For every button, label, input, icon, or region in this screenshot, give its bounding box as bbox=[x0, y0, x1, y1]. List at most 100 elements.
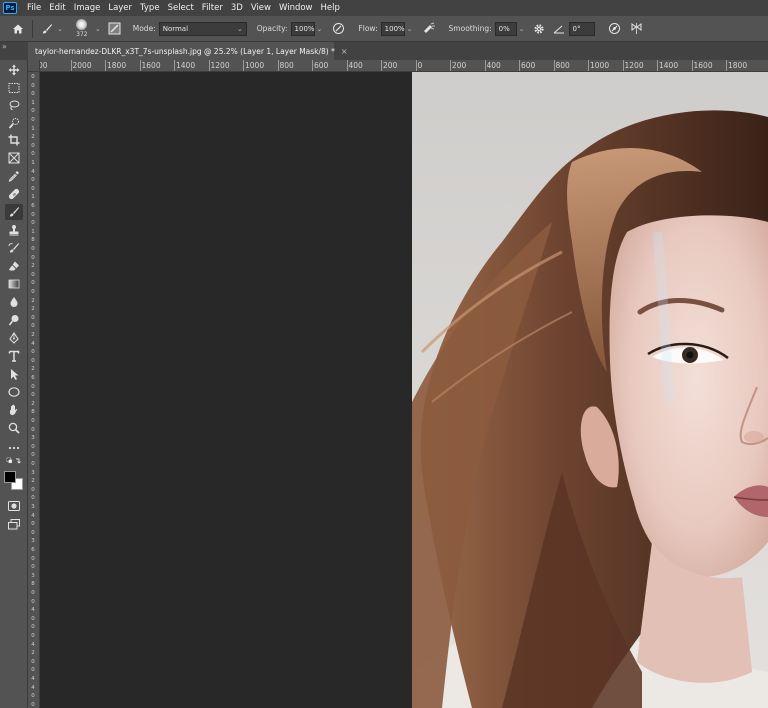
chevron-down-icon[interactable]: ⌄ bbox=[57, 25, 63, 33]
vertical-ruler[interactable]: 0001001200140016001800200022002400260028… bbox=[28, 72, 40, 708]
menu-file[interactable]: File bbox=[23, 3, 45, 13]
crop-tool-icon[interactable] bbox=[5, 132, 23, 148]
swap-colors-icon[interactable] bbox=[5, 456, 23, 466]
ruler-left-label: 0 bbox=[31, 426, 35, 433]
ruler-top-label: 800 bbox=[555, 61, 570, 70]
eyedropper-tool-icon[interactable] bbox=[5, 168, 23, 184]
ruler-left-label: 0 bbox=[31, 658, 35, 665]
ruler-left-label: 0 bbox=[31, 615, 35, 622]
chevron-down-icon[interactable]: ⌄ bbox=[317, 25, 323, 33]
pressure-size-icon[interactable] bbox=[607, 21, 623, 37]
pressure-opacity-icon[interactable] bbox=[330, 21, 346, 37]
collapse-toolbar-icon[interactable]: » bbox=[2, 42, 7, 51]
angle-field[interactable]: 0° bbox=[568, 21, 595, 36]
smoothing-field[interactable]: 0% bbox=[494, 21, 517, 36]
blur-tool-icon[interactable] bbox=[5, 294, 23, 310]
chevron-down-icon[interactable]: ⌄ bbox=[519, 25, 525, 33]
ruler-top-tick bbox=[519, 60, 520, 71]
clone-stamp-tool-icon[interactable] bbox=[5, 222, 23, 238]
ruler-left-label: 3 bbox=[31, 504, 35, 510]
ruler-left-label: 0 bbox=[31, 693, 35, 700]
ruler-origin[interactable] bbox=[28, 60, 40, 72]
flow-label: Flow: bbox=[358, 24, 378, 33]
ruler-left-label: 6 bbox=[31, 375, 35, 381]
ruler-left-label: 0 bbox=[31, 254, 35, 261]
ruler-left-label: 0 bbox=[31, 529, 35, 536]
hand-tool-icon[interactable] bbox=[5, 402, 23, 418]
symmetry-icon[interactable] bbox=[629, 21, 645, 37]
history-brush-tool-icon[interactable] bbox=[5, 240, 23, 256]
menu-window[interactable]: Window bbox=[275, 3, 317, 13]
quick-mask-icon[interactable] bbox=[5, 498, 23, 514]
home-icon[interactable] bbox=[10, 21, 26, 37]
menu-select[interactable]: Select bbox=[164, 3, 198, 13]
options-bar: ⌄ 372 ⌄ Mode: Normal ⌄ Opacity: 100% ⌄ F… bbox=[0, 16, 768, 42]
document-tab[interactable]: taylor-hernandez-DLKR_x3T_7s-unsplash.jp… bbox=[28, 42, 348, 60]
tools-panel bbox=[0, 60, 28, 708]
lasso-tool-icon[interactable] bbox=[5, 97, 23, 113]
canvas-pasteboard[interactable] bbox=[40, 72, 412, 708]
ruler-left-label: 0 bbox=[31, 314, 35, 321]
marquee-tool-icon[interactable] bbox=[5, 80, 23, 96]
document-canvas-photo[interactable] bbox=[412, 72, 768, 708]
ruler-left-label: 0 bbox=[31, 142, 35, 149]
pen-tool-icon[interactable] bbox=[5, 330, 23, 346]
ellipse-tool-icon[interactable] bbox=[5, 384, 23, 400]
ruler-top-tick bbox=[726, 60, 727, 71]
ruler-left-label: 4 bbox=[31, 168, 35, 175]
ruler-left-label: 0 bbox=[31, 185, 35, 192]
chevron-down-icon[interactable]: ⌄ bbox=[95, 25, 101, 33]
ruler-left-label: 0 bbox=[31, 280, 35, 287]
menu-view[interactable]: View bbox=[247, 3, 275, 13]
menu-3d[interactable]: 3D bbox=[227, 3, 247, 13]
frame-tool-icon[interactable] bbox=[5, 150, 23, 166]
more-tools-icon[interactable] bbox=[5, 440, 23, 456]
foreground-color-swatch[interactable] bbox=[4, 471, 16, 483]
brush-tool-icon[interactable] bbox=[5, 204, 23, 220]
opacity-field[interactable]: 100% bbox=[290, 21, 315, 36]
ruler-left-label: 0 bbox=[31, 357, 35, 364]
menu-edit[interactable]: Edit bbox=[45, 3, 69, 13]
type-tool-icon[interactable] bbox=[5, 348, 23, 364]
chevron-down-icon[interactable]: ⌄ bbox=[407, 25, 413, 33]
color-swatches[interactable] bbox=[3, 470, 25, 492]
ruler-top-tick bbox=[70, 60, 72, 71]
move-tool-icon[interactable] bbox=[5, 62, 23, 78]
mode-select[interactable]: Normal ⌄ bbox=[158, 21, 247, 36]
ruler-left-label: 2 bbox=[31, 650, 35, 657]
ruler-left-label: 0 bbox=[31, 74, 35, 80]
eraser-tool-icon[interactable] bbox=[5, 258, 23, 274]
path-selection-tool-icon[interactable] bbox=[5, 366, 23, 382]
opacity-value: 100% bbox=[294, 24, 315, 33]
ruler-top-tick bbox=[139, 60, 141, 71]
healing-brush-tool-icon[interactable] bbox=[5, 186, 23, 202]
menu-image[interactable]: Image bbox=[70, 3, 105, 13]
photoshop-logo-icon[interactable]: Ps bbox=[3, 2, 17, 14]
menu-help[interactable]: Help bbox=[317, 3, 344, 13]
gear-icon[interactable] bbox=[531, 21, 547, 37]
menu-type[interactable]: Type bbox=[136, 3, 164, 13]
mode-label: Mode: bbox=[132, 24, 156, 33]
ruler-left-label: 4 bbox=[31, 340, 35, 347]
ruler-top-tick bbox=[450, 60, 451, 71]
gradient-tool-icon[interactable] bbox=[5, 276, 23, 292]
angle-value: 0° bbox=[572, 24, 581, 33]
ruler-left-label: 0 bbox=[31, 590, 35, 596]
brush-size-picker[interactable]: 372 bbox=[71, 18, 93, 40]
zoom-tool-icon[interactable] bbox=[5, 420, 23, 436]
screen-mode-icon[interactable] bbox=[5, 516, 23, 532]
ruler-left-label: 2 bbox=[31, 478, 35, 485]
menu-layer[interactable]: Layer bbox=[104, 3, 136, 13]
menu-filter[interactable]: Filter bbox=[198, 3, 227, 13]
dodge-tool-icon[interactable] bbox=[5, 312, 23, 328]
flow-field[interactable]: 100% bbox=[380, 21, 405, 36]
brush-settings-panel-icon[interactable] bbox=[107, 21, 123, 37]
airbrush-icon[interactable] bbox=[421, 21, 437, 37]
horizontal-ruler[interactable]: 0020001800160014001200100080060040020002… bbox=[40, 60, 768, 72]
ruler-left-label: 0 bbox=[31, 701, 35, 708]
quick-selection-tool-icon[interactable] bbox=[5, 115, 23, 131]
close-icon[interactable]: × bbox=[341, 47, 348, 56]
ruler-top-label: 200 bbox=[452, 61, 467, 70]
ruler-left-label: 0 bbox=[31, 461, 35, 467]
brush-preset-icon[interactable] bbox=[39, 21, 55, 37]
